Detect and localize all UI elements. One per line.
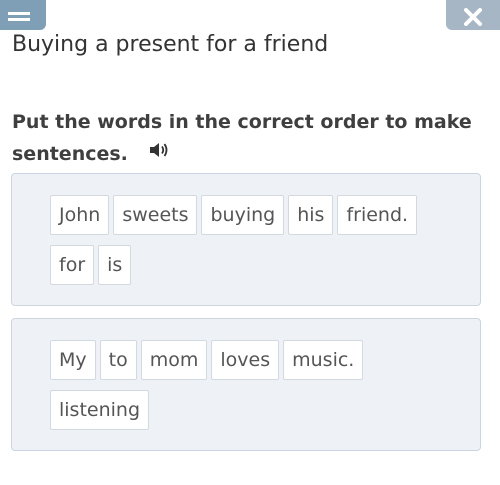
- page-title: Buying a present for a friend: [12, 32, 329, 57]
- close-button[interactable]: [446, 0, 500, 30]
- word-tile[interactable]: listening: [50, 390, 150, 430]
- hamburger-menu-icon: [8, 12, 30, 21]
- word-tile[interactable]: John: [50, 195, 110, 235]
- audio-button[interactable]: [149, 137, 169, 169]
- word-bank-1: John sweets buying his friend. for is: [50, 195, 460, 285]
- word-tile[interactable]: My: [50, 340, 96, 380]
- instruction-text: Put the words in the correct order to ma…: [12, 111, 472, 165]
- word-tile[interactable]: music.: [283, 340, 364, 380]
- word-tile[interactable]: for: [50, 245, 95, 285]
- word-tile[interactable]: mom: [140, 340, 208, 380]
- word-tile[interactable]: buying: [201, 195, 285, 235]
- sentence-panel-1: John sweets buying his friend. for is: [11, 173, 481, 306]
- menu-button[interactable]: [0, 0, 46, 30]
- word-tile[interactable]: to: [99, 340, 137, 380]
- word-bank-2: My to mom loves music. listening: [50, 340, 460, 430]
- task-instruction: Put the words in the correct order to ma…: [12, 106, 482, 170]
- word-tile[interactable]: friend.: [337, 195, 418, 235]
- close-icon: [464, 8, 482, 26]
- word-tile[interactable]: loves: [211, 340, 280, 380]
- word-tile[interactable]: his: [288, 195, 334, 235]
- sentence-panel-2: My to mom loves music. listening: [11, 318, 481, 451]
- speaker-icon: [149, 142, 167, 157]
- word-tile[interactable]: is: [98, 245, 132, 285]
- word-tile[interactable]: sweets: [113, 195, 198, 235]
